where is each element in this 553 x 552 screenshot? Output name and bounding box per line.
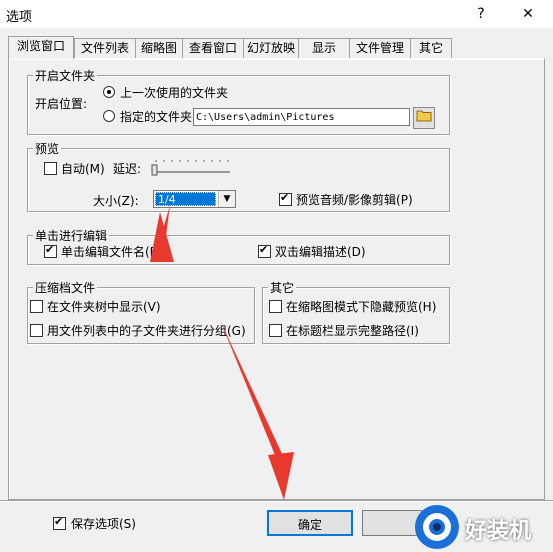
- preview-media-checkbox[interactable]: [279, 191, 292, 206]
- size-select[interactable]: 1/4 ▼: [153, 190, 236, 208]
- radio-last-folder[interactable]: [103, 86, 115, 98]
- options-dialog: 选项 ? ✕ 浏览窗口 文件列表 缩略图 查看窗口 幻灯放映 显示 文件管理 其…: [0, 0, 553, 551]
- chevron-down-icon[interactable]: ▼: [218, 191, 235, 207]
- logo-icon: [415, 505, 459, 549]
- preview-title: 预览: [33, 140, 62, 157]
- save-options-label: 保存选项(S): [71, 517, 136, 531]
- auto-preview-label: 自动(M): [61, 162, 105, 176]
- watermark-logo: 好装机: [415, 505, 553, 551]
- tab-browse-window[interactable]: 浏览窗口: [8, 36, 74, 59]
- group-subfolders-checkbox[interactable]: [30, 324, 43, 337]
- window-title: 选项: [6, 10, 33, 25]
- browse-folder-button[interactable]: [413, 107, 435, 129]
- help-button[interactable]: ?: [465, 2, 497, 26]
- edit-filename-checkbox[interactable]: [44, 243, 57, 258]
- archive-title: 压缩档文件: [33, 279, 98, 296]
- title-bar: 选项 ? ✕: [0, 0, 553, 28]
- tab-thumbnails[interactable]: 缩略图: [135, 38, 183, 58]
- edit-desc-label: 双击编辑描述(D): [275, 245, 366, 259]
- close-button[interactable]: ✕: [512, 2, 544, 26]
- edit-filename-label: 单击编辑文件名(E): [61, 245, 162, 259]
- delay-label: 延迟:: [113, 162, 142, 176]
- other-title: 其它: [268, 279, 297, 296]
- tab-display[interactable]: 显示: [298, 38, 350, 58]
- folder-icon: [416, 110, 432, 122]
- edit-desc-checkbox[interactable]: [258, 243, 271, 258]
- folder-path-input[interactable]: C:\Users\admin\Pictures: [193, 108, 410, 126]
- cancel-button[interactable]: [362, 510, 422, 536]
- watermark-text: 好装机: [465, 519, 532, 544]
- tab-other[interactable]: 其它: [410, 38, 452, 58]
- tab-file-management[interactable]: 文件管理: [349, 38, 411, 58]
- startup-position-label: 开启位置:: [35, 97, 88, 111]
- hide-preview-label: 在缩略图模式下隐藏预览(H): [286, 300, 437, 314]
- show-in-tree-label: 在文件夹树中显示(V): [47, 300, 161, 314]
- tab-file-list[interactable]: 文件列表: [74, 38, 136, 58]
- footer-separator: [0, 500, 553, 502]
- save-options-checkbox[interactable]: [53, 515, 66, 530]
- show-in-tree-checkbox[interactable]: [30, 300, 43, 313]
- full-path-checkbox[interactable]: [269, 324, 282, 337]
- full-path-label: 在标题栏显示完整路径(I): [286, 324, 419, 338]
- size-select-value: 1/4: [155, 192, 216, 206]
- preview-media-label: 预览音频/影像剪辑(P): [296, 193, 413, 207]
- radio-last-folder-label: 上一次使用的文件夹: [120, 86, 229, 100]
- tab-slideshow[interactable]: 幻灯放映: [243, 38, 299, 58]
- hide-preview-checkbox[interactable]: [269, 300, 282, 313]
- size-label: 大小(Z):: [93, 194, 139, 208]
- radio-specified-folder[interactable]: [103, 110, 115, 122]
- delay-slider[interactable]: [148, 156, 234, 176]
- radio-specified-folder-label: 指定的文件夹:: [120, 110, 197, 124]
- startup-folder-title: 开启文件夹: [33, 67, 98, 84]
- group-subfolders-label: 用文件列表中的子文件夹进行分组(G): [47, 324, 246, 338]
- auto-preview-checkbox[interactable]: [44, 162, 57, 175]
- ok-button[interactable]: 确定: [267, 510, 353, 536]
- tab-view-window[interactable]: 查看窗口: [182, 38, 244, 58]
- click-edit-title: 单击进行编辑: [33, 227, 110, 244]
